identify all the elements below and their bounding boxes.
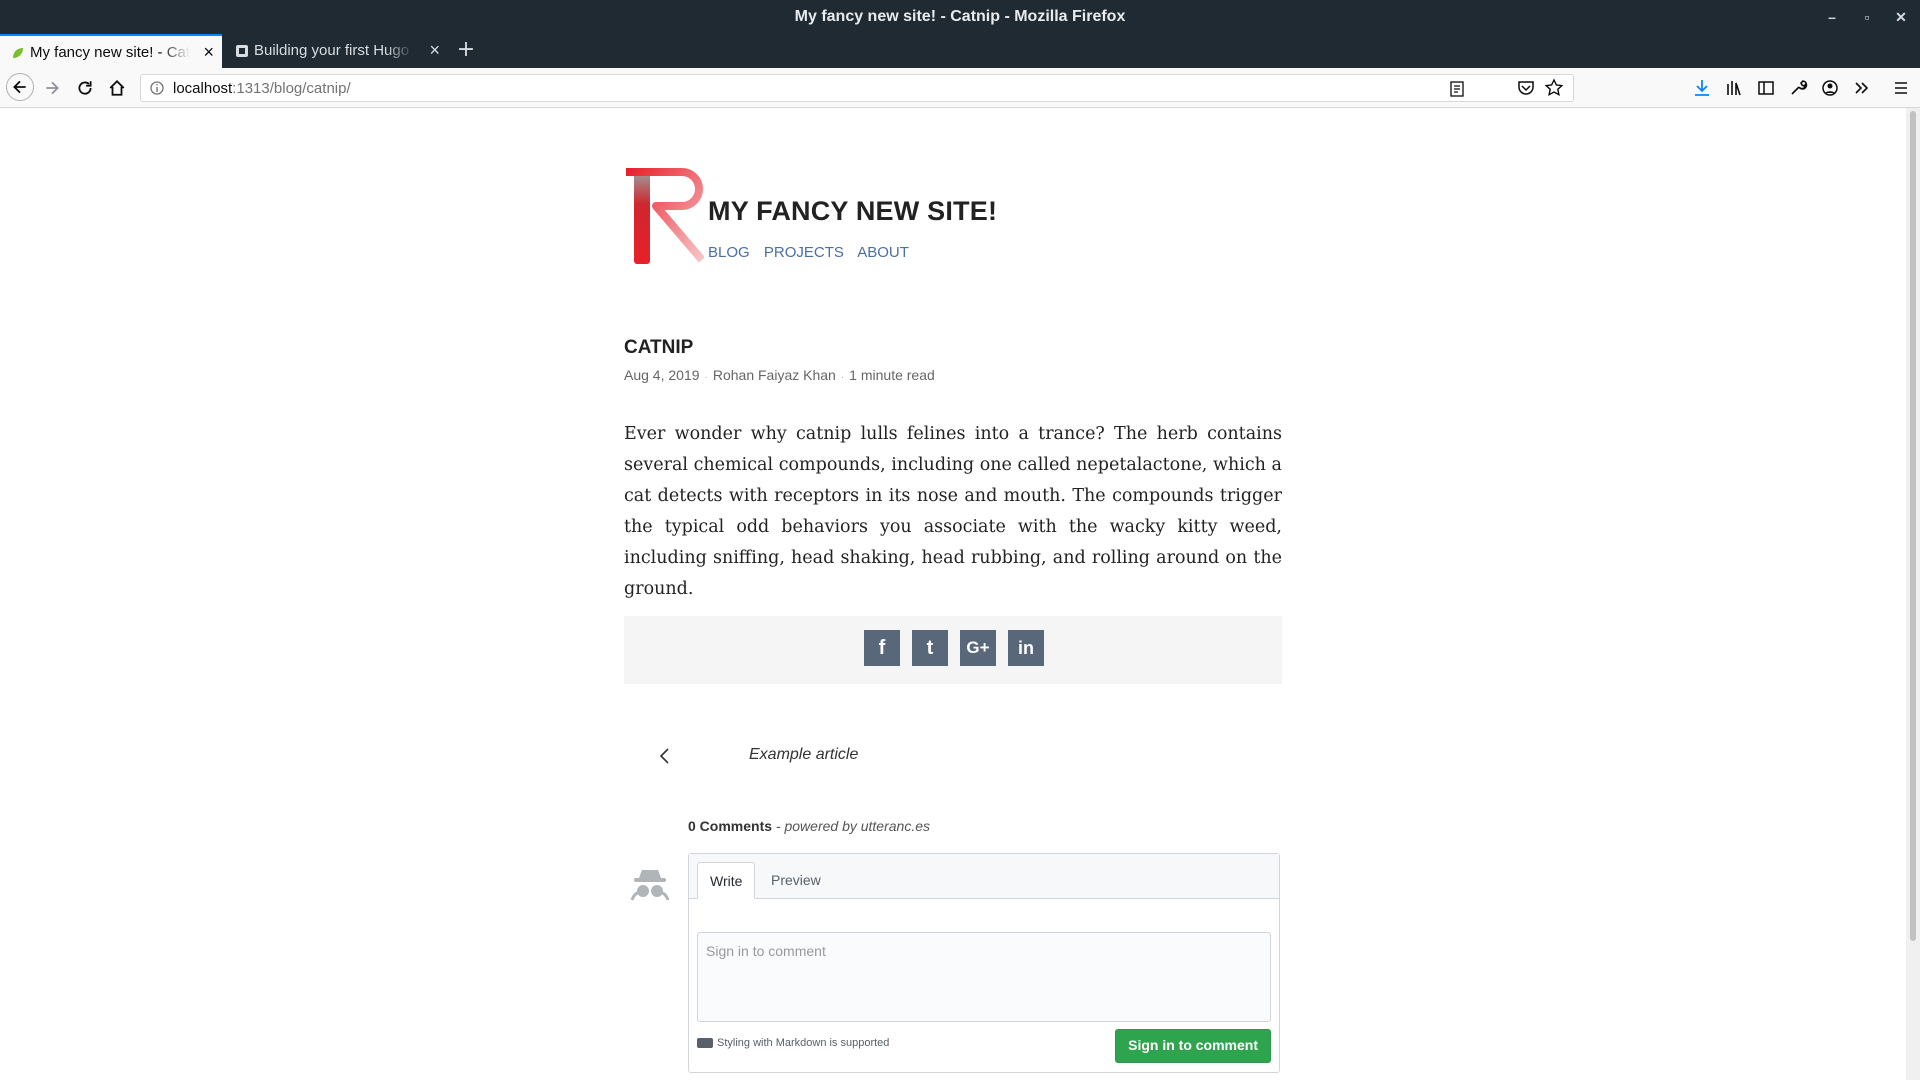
url-host: localhost	[173, 80, 233, 97]
comment-textarea[interactable]	[697, 932, 1271, 1022]
post-title: CATNIP	[624, 337, 694, 358]
meta-separator: ·	[840, 372, 845, 383]
powered-by[interactable]: - powered by utteranc.es	[772, 818, 930, 834]
page-content: MY FANCY NEW SITE! BLOG PROJECTS ABOUT C…	[0, 108, 1906, 1080]
new-tab-icon[interactable]: +	[454, 38, 478, 62]
pocket-icon[interactable]	[1516, 78, 1536, 98]
reload-icon[interactable]	[71, 74, 99, 102]
markdown-note-text: Styling with Markdown is supported	[717, 1037, 890, 1049]
sidebar-icon[interactable]	[1756, 78, 1776, 98]
tab-catnip[interactable]: My fancy new site! - Catnip ×	[0, 34, 222, 68]
account-icon[interactable]	[1820, 78, 1840, 98]
post-meta: Aug 4, 2019 · Rohan Faiyaz Khan · 1 minute r…	[624, 367, 935, 383]
minimize-icon[interactable]: –	[1821, 6, 1843, 28]
scrollbar-thumb[interactable]	[1910, 111, 1916, 941]
tab-label: Building your first Hugo site	[254, 42, 414, 59]
post-read-time: 1 minute read	[849, 367, 935, 383]
star-icon[interactable]	[1544, 78, 1564, 98]
prev-article-link[interactable]: Example article	[749, 746, 858, 764]
download-icon[interactable]	[1692, 78, 1712, 98]
page-scrollbar[interactable]	[1906, 108, 1920, 1080]
chevron-left-icon[interactable]	[658, 746, 672, 766]
close-tab-icon[interactable]: ×	[429, 40, 440, 61]
post-body: Ever wonder why catnip lulls felines int…	[624, 424, 1282, 599]
close-window-icon[interactable]: ✕	[1890, 6, 1912, 28]
google-plus-icon[interactable]: G+	[960, 630, 996, 666]
leaf-favicon-icon	[13, 48, 23, 58]
url-bar[interactable]: localhost:1313/blog/catnip/	[140, 74, 1574, 102]
comment-tabs: Write Preview	[689, 854, 1279, 899]
forward-arrow-icon[interactable]	[38, 74, 66, 102]
window-title: My fancy new site! - Catnip - Mozilla Fi…	[794, 8, 1126, 25]
home-icon[interactable]	[103, 74, 131, 102]
nav-toolbar: localhost:1313/blog/catnip/	[0, 68, 1920, 158]
anonymous-avatar-icon	[630, 870, 670, 901]
site-title[interactable]: MY FANCY NEW SITE!	[708, 196, 997, 227]
close-tab-icon[interactable]: ×	[203, 42, 214, 63]
post-date: Aug 4, 2019	[624, 367, 700, 383]
comment-box: Write Preview Styling with Markdown is s…	[688, 853, 1280, 1073]
info-icon[interactable]	[149, 80, 165, 96]
window-titlebar: My fancy new site! - Catnip - Mozilla Fi…	[0, 0, 1920, 34]
twitter-icon[interactable]: t	[912, 630, 948, 666]
tab-label: My fancy new site! - Catnip	[30, 44, 190, 61]
nav-link-projects[interactable]: PROJECTS	[764, 244, 844, 261]
markdown-icon	[697, 1038, 713, 1048]
reader-view-icon[interactable]	[1447, 79, 1467, 99]
overflow-icon[interactable]	[1852, 78, 1872, 98]
back-arrow-icon[interactable]	[6, 73, 34, 101]
wrench-icon[interactable]	[1788, 78, 1808, 98]
facebook-icon[interactable]: f	[864, 630, 900, 666]
maximize-icon[interactable]: ▫	[1856, 6, 1878, 28]
comments-header: 0 Comments - powered by utteranc.es	[688, 818, 930, 834]
library-icon[interactable]	[1724, 78, 1744, 98]
nav-link-blog[interactable]: BLOG	[708, 244, 750, 261]
comment-count: 0 Comments	[688, 818, 773, 834]
share-bar: f t G+ in	[624, 616, 1282, 684]
url-path: :1313/blog/catnip/	[232, 80, 351, 97]
linkedin-icon[interactable]: in	[1008, 630, 1044, 666]
url-text[interactable]: localhost:1313/blog/catnip/	[173, 80, 351, 97]
hamburger-menu-icon[interactable]	[1891, 78, 1911, 98]
tab-hugo[interactable]: Building your first Hugo site ×	[224, 34, 448, 68]
site-nav: BLOG PROJECTS ABOUT	[708, 244, 919, 261]
post-author: Rohan Faiyaz Khan	[712, 367, 836, 383]
sign-in-button[interactable]: Sign in to comment	[1115, 1029, 1271, 1063]
meta-separator: ·	[704, 372, 708, 383]
site-logo[interactable]	[624, 168, 704, 268]
tab-preview[interactable]: Preview	[759, 862, 833, 899]
tab-write[interactable]: Write	[697, 862, 756, 899]
hugo-favicon-icon	[236, 45, 248, 57]
markdown-note[interactable]: Styling with Markdown is supported	[697, 1037, 889, 1049]
nav-link-about[interactable]: ABOUT	[857, 244, 909, 261]
tab-bar: My fancy new site! - Catnip × Building y…	[0, 34, 1920, 68]
